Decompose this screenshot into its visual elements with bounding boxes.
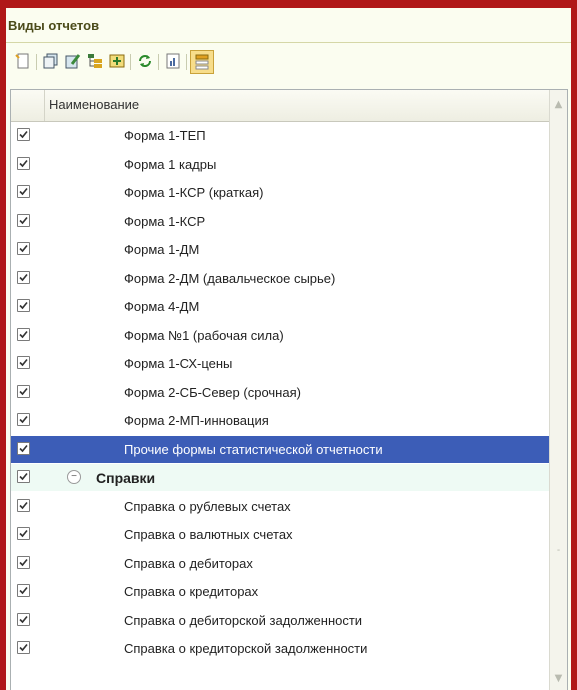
collapse-icon[interactable]: − — [67, 470, 81, 484]
report-types-table[interactable]: Наименование ▲ ⁃ ▼ Форма 1-ТЕП Форма 1 ка… — [10, 89, 568, 690]
row-checkbox[interactable] — [17, 413, 30, 426]
table-row[interactable]: Справка о дебиторах — [11, 550, 549, 577]
column-header-name[interactable]: Наименование — [49, 97, 139, 112]
table-row[interactable]: Прочие формы статистической отчетности — [11, 435, 549, 463]
header-divider — [44, 90, 45, 121]
row-checkbox[interactable] — [17, 270, 30, 284]
table-row[interactable]: Форма 1-ДМ — [11, 236, 549, 263]
row-checkbox[interactable] — [17, 470, 30, 483]
row-checkbox[interactable] — [17, 213, 30, 227]
scroll-up-icon[interactable]: ▲ — [550, 94, 567, 116]
row-label: Форма 4-ДМ — [124, 299, 200, 314]
row-checkbox[interactable] — [17, 185, 30, 198]
title-divider — [6, 42, 571, 43]
copy-icon[interactable] — [42, 52, 60, 70]
row-label: Справка о валютных счетах — [124, 527, 293, 542]
table-row[interactable]: Форма 1-КСР — [11, 208, 549, 235]
row-checkbox[interactable] — [17, 441, 30, 455]
table-row[interactable]: Форма 1-ТЕП — [11, 122, 549, 149]
row-checkbox[interactable] — [17, 128, 30, 141]
toolbar — [6, 44, 571, 92]
table-row[interactable]: Справка о кредиторской задолженности — [11, 635, 549, 662]
row-checkbox[interactable] — [17, 498, 30, 512]
scroll-grip-icon[interactable]: ⁃ — [550, 546, 567, 556]
list-mode-icon[interactable] — [190, 50, 214, 74]
refresh-icon[interactable] — [136, 52, 154, 70]
vertical-scrollbar[interactable]: ▲ ⁃ ▼ — [549, 90, 567, 690]
table-row[interactable]: Форма 1-КСР (краткая) — [11, 179, 549, 206]
row-checkbox[interactable] — [17, 356, 30, 369]
toolbar-separator — [36, 54, 37, 70]
table-row[interactable]: Форма 2-СБ-Север (срочная) — [11, 379, 549, 406]
row-label: Форма 1-КСР (краткая) — [124, 185, 264, 200]
row-label: Форма 2-СБ-Север (срочная) — [124, 384, 301, 400]
row-checkbox[interactable] — [17, 555, 30, 569]
toolbar-separator — [186, 54, 187, 70]
row-label: Форма 1-ТЕП — [124, 128, 206, 143]
row-label: Форма 1-СХ-цены — [124, 356, 233, 371]
report-types-panel: Виды отчетов Наименование ▲ ⁃ ▼ Форма 1-… — [6, 8, 571, 690]
toolbar-separator — [158, 54, 159, 70]
table-row[interactable]: Форма 2-ДМ (давальческое сырье) — [11, 265, 549, 292]
row-label: Справка о рублевых счетах — [124, 498, 291, 514]
row-checkbox[interactable] — [17, 327, 30, 341]
row-label: Справка о кредиторской задолженности — [124, 641, 368, 656]
row-label: Справки — [96, 470, 156, 486]
table-header: Наименование — [11, 90, 549, 122]
report-icon[interactable] — [164, 52, 182, 70]
row-checkbox[interactable] — [17, 299, 30, 312]
row-checkbox[interactable] — [17, 384, 30, 398]
row-label: Форма №1 (рабочая сила) — [124, 327, 284, 343]
table-row[interactable]: Форма 1 кадры — [11, 151, 549, 178]
panel-title: Виды отчетов — [8, 18, 100, 33]
row-label: Справка о кредиторах — [124, 584, 259, 599]
table-row[interactable]: Справка о валютных счетах — [11, 521, 549, 548]
table-row[interactable]: Форма 2-МП-инновация — [11, 407, 549, 434]
row-label: Форма 2-МП-инновация — [124, 413, 269, 428]
edit-icon[interactable] — [64, 52, 82, 70]
row-label: Форма 2-ДМ (давальческое сырье) — [124, 270, 336, 286]
row-label: Справка о дебиторах — [124, 555, 253, 571]
add-group-icon[interactable] — [108, 52, 126, 70]
row-label: Форма 1 кадры — [124, 156, 217, 172]
group-row[interactable]: − Справки — [11, 464, 549, 491]
row-label: Прочие формы статистической отчетности — [124, 441, 383, 457]
row-checkbox[interactable] — [17, 584, 30, 597]
table-row[interactable]: Форма 1-СХ-цены — [11, 350, 549, 377]
row-checkbox[interactable] — [17, 641, 30, 654]
table-row[interactable]: Справка о рублевых счетах — [11, 493, 549, 520]
table-row[interactable]: Форма №1 (рабочая сила) — [11, 322, 549, 349]
row-label: Форма 1-ДМ — [124, 242, 200, 257]
table-row[interactable]: Справка о дебиторской задолженности — [11, 607, 549, 634]
toolbar-separator — [130, 54, 131, 70]
row-checkbox[interactable] — [17, 242, 30, 255]
table-row[interactable]: Форма 4-ДМ — [11, 293, 549, 320]
row-checkbox[interactable] — [17, 156, 30, 170]
row-checkbox[interactable] — [17, 527, 30, 540]
row-label: Форма 1-КСР — [124, 213, 206, 229]
hierarchy-icon[interactable] — [86, 52, 104, 70]
new-icon[interactable] — [14, 52, 32, 70]
table-row[interactable]: Справка о кредиторах — [11, 578, 549, 605]
scroll-down-icon[interactable]: ▼ — [550, 668, 567, 690]
row-checkbox[interactable] — [17, 612, 30, 626]
row-label: Справка о дебиторской задолженности — [124, 612, 363, 628]
